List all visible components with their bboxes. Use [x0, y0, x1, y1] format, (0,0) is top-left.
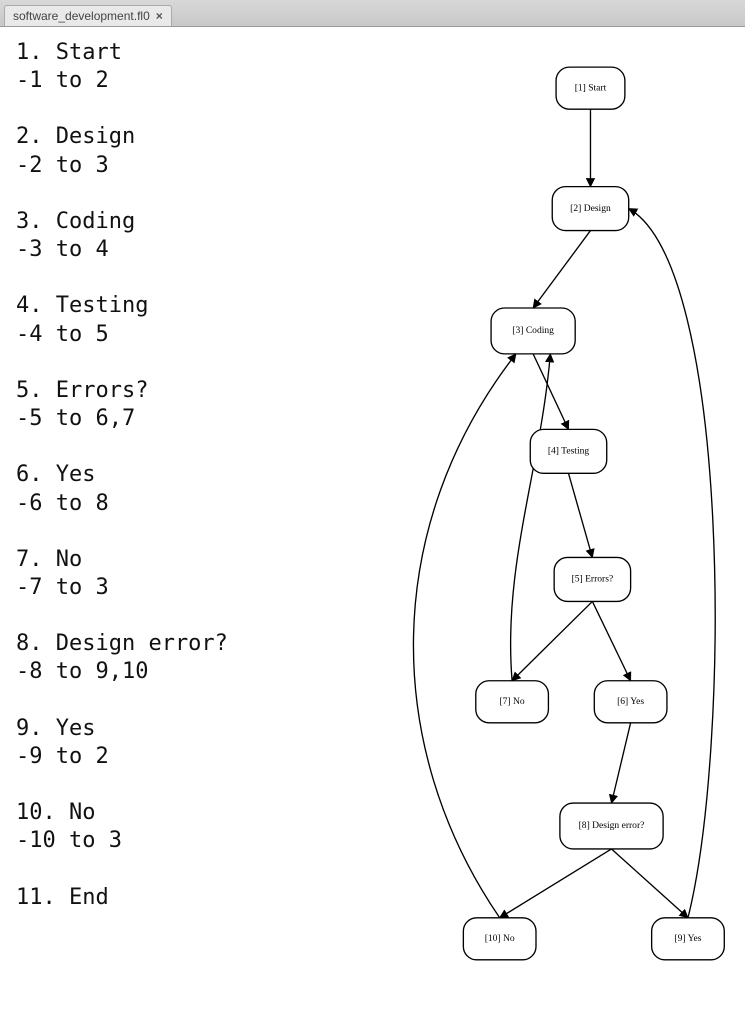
line: 2. Design [16, 124, 135, 149]
flow-node-label-n1: [1] Start [574, 82, 606, 93]
flow-edge-n5-n7 [512, 601, 592, 680]
flow-edge-n8-n9 [611, 849, 687, 918]
flow-edge-n8-n10 [499, 849, 611, 918]
line: 1. Start [16, 40, 122, 65]
flow-node-label-n2: [2] Design [570, 203, 611, 214]
line: -2 to 3 [16, 153, 109, 178]
flow-node-label-n10: [10] No [484, 933, 514, 944]
line: 11. End [16, 885, 109, 910]
flowchart-svg: [1] Start [2] Design [3] Coding [4] Testing… [363, 27, 745, 1031]
flow-node-label-n9: [9] Yes [674, 933, 701, 944]
flow-edge-n3-n4 [533, 354, 568, 430]
line: -7 to 3 [16, 575, 109, 600]
source-text-panel[interactable]: 1. Start -1 to 2 2. Design -2 to 3 3. Co… [0, 27, 363, 1031]
line: 9. Yes [16, 716, 95, 741]
line: -4 to 5 [16, 322, 109, 347]
line: 10. No [16, 800, 95, 825]
tab-bar: software_development.fl0 × [0, 0, 745, 27]
line: -1 to 2 [16, 68, 109, 93]
line: 4. Testing [16, 293, 148, 318]
flow-edge-n2-n3 [533, 231, 590, 308]
flow-edge-n7-n3 [510, 354, 550, 681]
flow-edge-n5-n6 [592, 601, 630, 680]
line: 6. Yes [16, 462, 95, 487]
line: -8 to 9,10 [16, 659, 148, 684]
flow-edge-n4-n5 [568, 473, 592, 557]
line: -5 to 6,7 [16, 406, 135, 431]
line: 3. Coding [16, 209, 135, 234]
line: 8. Design error? [16, 631, 228, 656]
flow-node-label-n6: [6] Yes [617, 696, 644, 707]
close-icon[interactable]: × [156, 9, 163, 23]
flow-node-label-n5: [5] Errors? [571, 574, 613, 585]
flow-node-label-n8: [8] Design error? [578, 820, 644, 831]
flow-node-label-n3: [3] Coding [512, 325, 554, 336]
flow-edge-n6-n8 [611, 723, 630, 803]
diagram-panel[interactable]: [1] Start [2] Design [3] Coding [4] Testing… [363, 27, 745, 1031]
flow-edge-n10-n3 [413, 354, 515, 918]
line: -3 to 4 [16, 237, 109, 262]
file-tab[interactable]: software_development.fl0 × [4, 5, 172, 26]
flow-node-label-n4: [4] Testing [548, 446, 590, 457]
content-area: 1. Start -1 to 2 2. Design -2 to 3 3. Co… [0, 27, 745, 1031]
line: -6 to 8 [16, 491, 109, 516]
line: -10 to 3 [16, 828, 122, 853]
flow-node-label-n7: [7] No [499, 696, 524, 707]
line: 7. No [16, 547, 82, 572]
line: 5. Errors? [16, 378, 148, 403]
file-tab-label: software_development.fl0 [13, 9, 150, 23]
line: -9 to 2 [16, 744, 109, 769]
